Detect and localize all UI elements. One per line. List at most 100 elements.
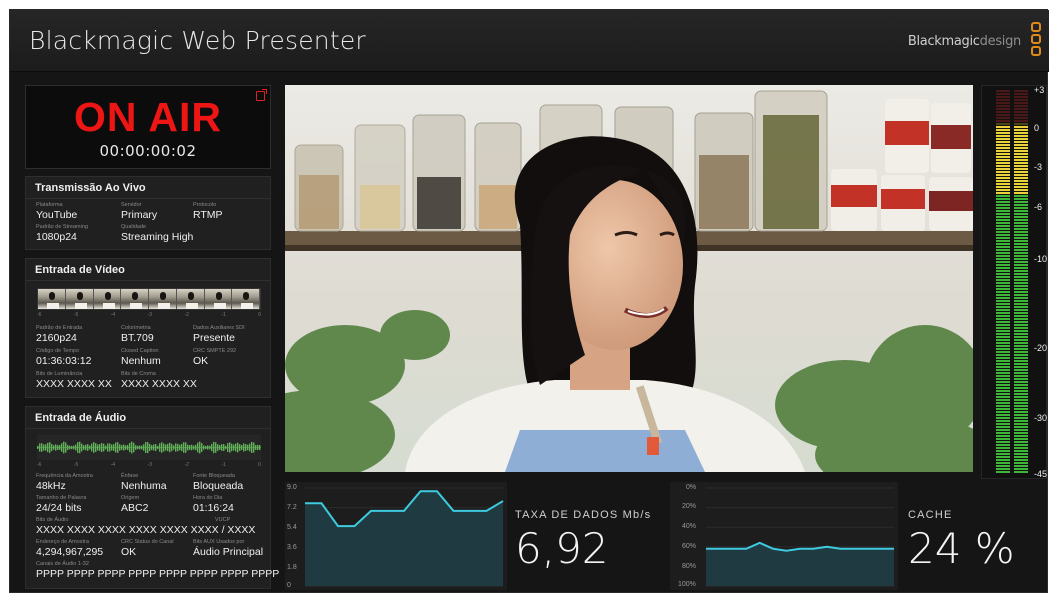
meter-segment xyxy=(996,426,1010,428)
waveform-bar xyxy=(75,444,77,451)
meter-tick-label: -3 xyxy=(1034,162,1043,172)
stream-panel-title: Transmissão Ao Vivo xyxy=(35,182,146,194)
meter-segment xyxy=(1014,123,1028,125)
waveform-bar xyxy=(71,445,73,450)
field-colorimetry: Colorimetria BT.709 xyxy=(121,325,154,344)
meter-segment xyxy=(1014,384,1028,386)
meter-segment xyxy=(996,366,1010,368)
meter-segment xyxy=(1014,459,1028,461)
waveform-bar xyxy=(87,444,89,451)
field-sample-rate: Frequência da Amostra 48kHz xyxy=(36,473,93,492)
data-rate-tick: 9.0 xyxy=(287,484,297,491)
field-sdi-ancillary: Dados Auxiliares SDI Presente xyxy=(193,325,245,344)
popout-icon[interactable] xyxy=(256,89,267,101)
waveform-bar xyxy=(211,443,213,452)
waveform-bar xyxy=(195,444,197,451)
meter-segment xyxy=(996,417,1010,419)
meter-segment xyxy=(1014,363,1028,365)
meter-channel-right xyxy=(1014,90,1028,473)
waveform-bar xyxy=(165,444,167,451)
waveform-bar xyxy=(241,444,243,451)
meter-segment xyxy=(1014,138,1028,140)
waveform-bar xyxy=(113,444,115,451)
video-scale: -6 -5 -4 -3 -2 -1 0 xyxy=(37,312,261,318)
meter-segment xyxy=(1014,192,1028,194)
data-rate-tick: 3.6 xyxy=(287,544,297,551)
waveform-bar xyxy=(49,442,51,453)
field-chroma-bits: Bits de Croma XXXX XXXX XX xyxy=(121,371,197,390)
meter-segment xyxy=(996,312,1010,314)
cache-tick: 60% xyxy=(682,543,697,550)
meter-segment xyxy=(996,429,1010,431)
waveform-bar xyxy=(217,444,219,451)
meter-segment xyxy=(1014,468,1028,470)
meter-segment xyxy=(996,390,1010,392)
video-input-title: Entrada de Vídeo xyxy=(35,264,125,276)
meter-segment xyxy=(1014,270,1028,272)
meter-segment xyxy=(996,339,1010,341)
meter-segment xyxy=(996,324,1010,326)
meter-segment xyxy=(1014,366,1028,368)
field-lock-source: Fonte Bloqueada Bloqueada xyxy=(193,473,244,492)
meter-segment xyxy=(1014,99,1028,101)
waveform-bar xyxy=(171,443,173,452)
app-title: Blackmagic Web Presenter xyxy=(29,26,366,55)
meter-segment xyxy=(1014,168,1028,170)
meter-segment xyxy=(1014,336,1028,338)
meter-segment xyxy=(996,369,1010,371)
waveform-bar xyxy=(101,442,103,453)
meter-segment xyxy=(996,171,1010,173)
audio-input-title: Entrada de Áudio xyxy=(35,412,127,424)
meter-segment xyxy=(996,357,1010,359)
waveform-bar xyxy=(135,445,137,450)
meter-segment xyxy=(996,195,1010,197)
waveform-bar xyxy=(145,441,147,454)
meter-segment xyxy=(996,117,1010,119)
meter-segment xyxy=(1014,96,1028,98)
waveform-bar xyxy=(85,444,87,451)
waveform-bar xyxy=(131,441,133,454)
waveform-bar xyxy=(125,445,127,450)
meter-segment xyxy=(1014,369,1028,371)
meter-segment xyxy=(1014,288,1028,290)
meter-tick-label: -10 xyxy=(1034,254,1048,264)
waveform-bar xyxy=(117,442,119,453)
meter-segment xyxy=(1014,465,1028,467)
waveform-bar xyxy=(89,445,91,450)
meter-segment xyxy=(1014,141,1028,143)
field-timecode: Código de Tempo 01:36:03:12 xyxy=(36,348,92,367)
meter-segment xyxy=(996,120,1010,122)
meter-segment xyxy=(1014,249,1028,251)
waveform-bar xyxy=(65,442,67,453)
on-air-panel: ON AIR 00:00:00:02 xyxy=(25,85,271,169)
meter-segment xyxy=(996,231,1010,233)
meter-segment xyxy=(996,219,1010,221)
meter-segment xyxy=(1014,93,1028,95)
meter-segment xyxy=(1014,165,1028,167)
meter-segment xyxy=(1014,171,1028,173)
meter-segment xyxy=(1014,204,1028,206)
meter-segment xyxy=(996,288,1010,290)
waveform-bar xyxy=(249,443,251,452)
waveform-bar xyxy=(229,442,231,453)
meter-segment xyxy=(1014,435,1028,437)
meter-segment xyxy=(996,387,1010,389)
waveform-bar xyxy=(47,442,49,453)
meter-segment xyxy=(996,252,1010,254)
meter-segment xyxy=(996,183,1010,185)
meter-segment xyxy=(996,228,1010,230)
meter-segment xyxy=(996,111,1010,113)
meter-segment xyxy=(1014,309,1028,311)
cache-label: CACHE xyxy=(908,509,953,521)
waveform-bar xyxy=(115,442,117,453)
app-window: Blackmagic Web Presenter Blackmagicdesig… xyxy=(9,9,1049,593)
meter-segment xyxy=(996,378,1010,380)
waveform-bar xyxy=(133,442,135,453)
meter-segment xyxy=(996,246,1010,248)
waveform-bar xyxy=(221,444,223,451)
waveform-bar xyxy=(203,445,205,450)
waveform-bar xyxy=(99,444,101,451)
meter-segment xyxy=(996,258,1010,260)
data-rate-tick: 1.8 xyxy=(287,564,297,571)
meter-segment xyxy=(996,243,1010,245)
